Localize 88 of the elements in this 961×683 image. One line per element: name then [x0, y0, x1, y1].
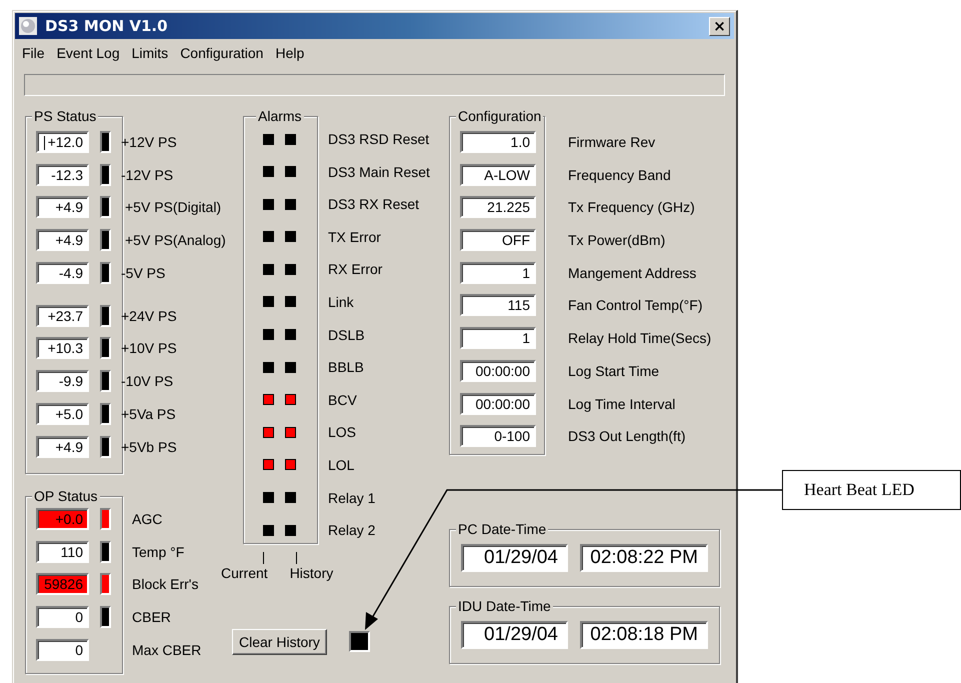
- config-field[interactable]: 00:00:00: [460, 392, 536, 414]
- alarm-label: BCV: [328, 392, 357, 408]
- row-label: -10V PS: [121, 373, 174, 390]
- clear-history-button[interactable]: Clear History: [232, 629, 327, 655]
- value-field[interactable]: +5.0: [36, 402, 89, 425]
- column-caption: Current: [221, 565, 268, 581]
- config-label: Tx Frequency (GHz): [568, 199, 695, 216]
- config-field[interactable]: A-LOW: [460, 164, 536, 186]
- config-label: Firmware Rev: [568, 134, 656, 150]
- group-title: Alarms: [256, 108, 304, 124]
- value-field[interactable]: +4.9: [36, 229, 89, 252]
- callout-label: Heart Beat LED: [782, 470, 961, 510]
- row-label: Block Err's: [132, 576, 198, 592]
- value-field[interactable]: +10.3: [36, 337, 89, 360]
- row-label: +5Vb PS: [121, 438, 177, 454]
- config-field[interactable]: 1: [460, 327, 536, 350]
- alarm-label: DSLB: [328, 326, 365, 343]
- config-label: Tx Power(dBm): [568, 232, 666, 248]
- value-field[interactable]: +4.9: [36, 436, 89, 458]
- group-title: PC Date-Time: [456, 521, 548, 537]
- alarm-label: LOS: [328, 424, 356, 440]
- tick-mark: [263, 552, 264, 564]
- config-label: Fan Control Temp(°F): [568, 297, 702, 314]
- row-label: +5Va PS: [121, 406, 176, 422]
- config-label: Relay Hold Time(Secs): [568, 330, 712, 346]
- date-field[interactable]: 01/29/04: [461, 544, 568, 572]
- alarm-label: LOL: [328, 456, 354, 473]
- config-field[interactable]: 1: [460, 262, 536, 284]
- alarm-label: DS3 RX Reset: [328, 196, 420, 212]
- alarm-label: Relay 1: [328, 490, 376, 506]
- value-field[interactable]: +4.9: [36, 196, 89, 218]
- row-label: +5V PS(Digital): [125, 199, 222, 216]
- alarm-label: Link: [328, 294, 354, 310]
- group-title: OP Status: [32, 488, 100, 504]
- value-field[interactable]: -12.3: [36, 164, 89, 186]
- value-field[interactable]: 110: [36, 540, 89, 563]
- menu-item[interactable]: File: [16, 45, 51, 61]
- value-field[interactable]: +12.0: [36, 131, 89, 153]
- value-field[interactable]: +23.7: [36, 304, 89, 327]
- alarm-label: BBLB: [328, 359, 364, 376]
- date-field[interactable]: 01/29/04: [461, 621, 568, 649]
- tick-mark: [296, 552, 297, 564]
- column-caption: History: [290, 565, 334, 581]
- alarm-label: DS3 Main Reset: [328, 164, 430, 180]
- value-field[interactable]: -4.9: [36, 262, 89, 284]
- alarm-label: TX Error: [328, 228, 381, 245]
- row-label: +24V PS: [121, 308, 177, 324]
- value-field[interactable]: +0.0: [36, 508, 89, 530]
- row-label: +10V PS: [121, 340, 177, 356]
- config-field[interactable]: 115: [460, 294, 536, 316]
- config-label: Log Start Time: [568, 362, 660, 379]
- close-button[interactable]: ×: [709, 16, 730, 36]
- config-label: Mangement Address: [568, 264, 696, 281]
- row-label: +5V PS(Analog): [125, 232, 226, 248]
- config-field[interactable]: 00:00:00: [460, 360, 536, 382]
- value-field[interactable]: 59826: [36, 573, 89, 596]
- value-field[interactable]: 0: [36, 638, 89, 661]
- config-field[interactable]: OFF: [460, 229, 536, 252]
- group-title: PS Status: [32, 108, 98, 124]
- config-label: Log Time Interval: [568, 396, 676, 412]
- menu-item[interactable]: Event Log: [50, 45, 126, 61]
- menu-item[interactable]: Limits: [126, 45, 174, 61]
- group-title: IDU Date-Time: [456, 598, 553, 614]
- row-label: -12V PS: [121, 166, 174, 183]
- config-label: DS3 Out Length(ft): [568, 428, 686, 444]
- menu-item[interactable]: Help: [269, 45, 310, 61]
- menu-item[interactable]: Configuration: [174, 45, 270, 61]
- app-icon: [19, 17, 37, 35]
- row-label: AGC: [132, 511, 162, 527]
- alarm-label: DS3 RSD Reset: [328, 131, 430, 147]
- window-title: DS3 MON V1.0: [45, 17, 169, 35]
- group-title: Configuration: [456, 108, 544, 124]
- alarm-label: RX Error: [328, 261, 382, 278]
- time-field[interactable]: 02:08:18 PM: [580, 621, 708, 649]
- config-field[interactable]: 1.0: [460, 131, 536, 153]
- value-field[interactable]: 0: [36, 606, 89, 628]
- row-label: Temp °F: [132, 544, 184, 560]
- config-label: Frequency Band: [568, 166, 671, 183]
- row-label: +12V PS: [121, 134, 177, 150]
- text-cursor: [44, 136, 45, 150]
- config-field[interactable]: 21.225: [460, 196, 536, 218]
- value-field[interactable]: -9.9: [36, 370, 89, 392]
- row-label: CBER: [132, 609, 171, 626]
- alarm-label: Relay 2: [328, 522, 376, 538]
- row-label: Max CBER: [132, 642, 202, 658]
- row-label: -5V PS: [121, 264, 166, 281]
- config-field[interactable]: 0-100: [460, 425, 536, 448]
- time-field[interactable]: 02:08:22 PM: [580, 544, 708, 572]
